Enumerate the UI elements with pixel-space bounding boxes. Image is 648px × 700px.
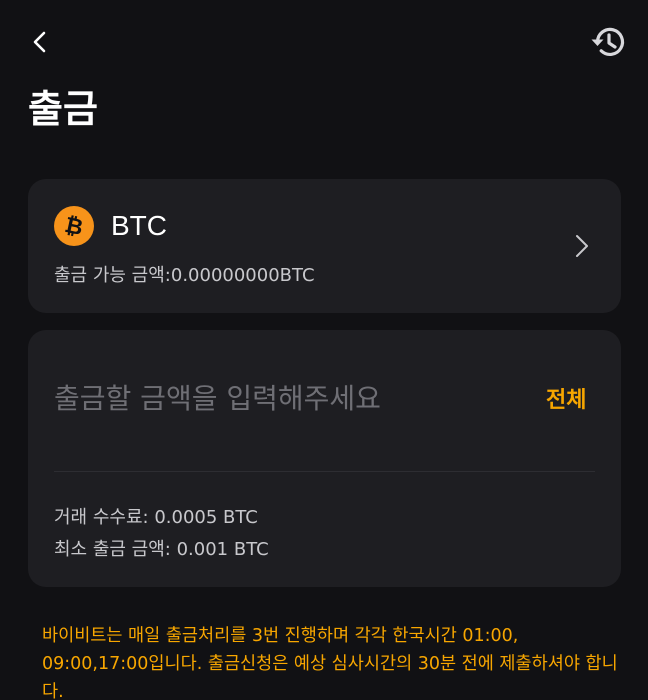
fee-info: 거래 수수료: 0.0005 BTC	[54, 505, 258, 531]
available-amount: 출금 가능 금액:0.00000000BTC	[54, 263, 315, 289]
coin-name: BTC	[111, 210, 167, 241]
bitcoin-icon: ₿	[54, 206, 94, 246]
min-value: 0.001 BTC	[170, 539, 269, 560]
divider	[54, 471, 595, 472]
amount-card: 전체 거래 수수료: 0.0005 BTC 최소 출금 금액: 0.001 BT…	[28, 330, 621, 587]
chevron-right-icon	[576, 235, 588, 257]
page-title: 출금	[28, 87, 98, 131]
min-withdraw-info: 최소 출금 금액: 0.001 BTC	[54, 537, 269, 563]
history-button[interactable]	[586, 20, 630, 64]
amount-input[interactable]	[54, 374, 524, 422]
available-value: 0.00000000BTC	[170, 265, 315, 286]
coin-selector[interactable]: ₿ BTC 출금 가능 금액:0.00000000BTC	[28, 179, 621, 313]
chevron-left-icon	[33, 31, 46, 53]
max-amount-button[interactable]: 전체	[542, 380, 590, 416]
back-button[interactable]	[22, 24, 58, 60]
top-bar	[0, 0, 648, 84]
fee-label: 거래 수수료:	[54, 507, 149, 528]
history-icon	[591, 27, 625, 56]
withdraw-page: 출금 ₿ BTC 출금 가능 금액:0.00000000BTC 전체 거래 수수…	[0, 0, 648, 700]
min-label: 최소 출금 금액:	[54, 539, 171, 560]
fee-value: 0.0005 BTC	[148, 507, 258, 528]
withdraw-notice: 바이비트는 매일 출금처리를 3번 진행하며 각각 한국시간 01:00, 09…	[42, 626, 618, 700]
available-label: 출금 가능 금액:	[54, 265, 171, 286]
